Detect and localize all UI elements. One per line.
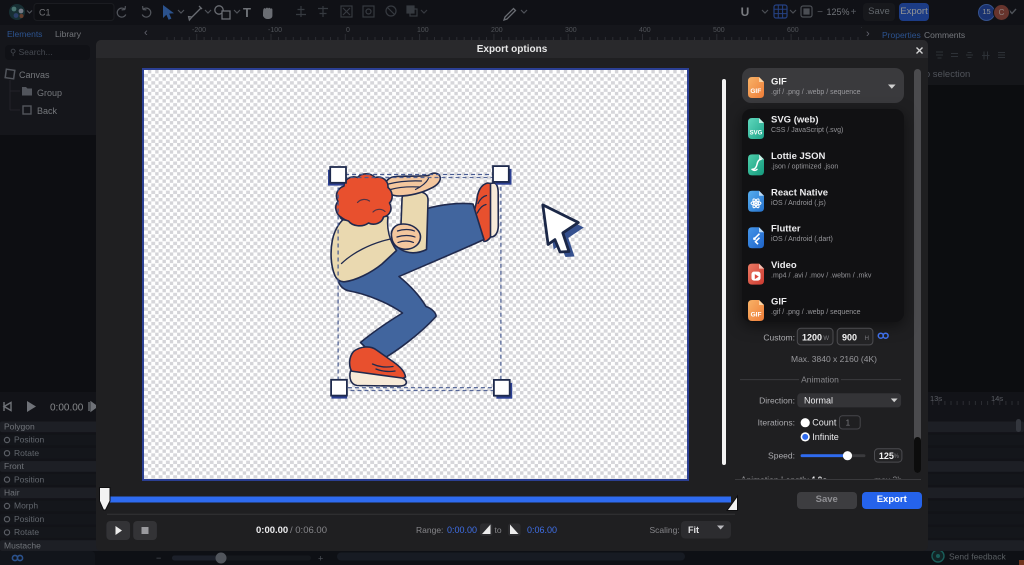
svg-text:Flutter: Flutter [771, 224, 801, 235]
svg-text:.json / optimized .json: .json / optimized .json [771, 163, 838, 170]
svg-text:Direction:: Direction: [759, 396, 795, 406]
svg-text:Animation: Animation [801, 375, 839, 385]
svg-text:GIF: GIF [750, 88, 761, 95]
svg-text:SVG (web): SVG (web) [771, 115, 819, 126]
svg-text:to: to [495, 525, 502, 535]
svg-text:125: 125 [879, 451, 894, 461]
svg-text:Iterations:: Iterations: [758, 418, 795, 428]
svg-text:W: W [823, 336, 829, 342]
svg-text:Scaling:: Scaling: [650, 525, 680, 535]
svg-text:Normal: Normal [804, 396, 833, 406]
svg-text:/ 0:06.00: / 0:06.00 [290, 525, 327, 536]
svg-text:.mp4 / .avi / .mov / .webm / .: .mp4 / .avi / .mov / .webm / .mkv [771, 273, 872, 280]
svg-text:SVG: SVG [749, 131, 762, 137]
svg-text:.gif / .png / .webp / sequence: .gif / .png / .webp / sequence [771, 89, 861, 96]
svg-text:Count: Count [812, 418, 837, 428]
svg-text:CSS / JavaScript (.svg): CSS / JavaScript (.svg) [771, 127, 843, 134]
svg-text:Infinite: Infinite [812, 432, 839, 442]
svg-text:%: % [894, 454, 900, 460]
svg-text:Speed:: Speed: [768, 451, 795, 461]
svg-text:0:00.00: 0:00.00 [447, 525, 477, 535]
svg-text:900: 900 [842, 333, 857, 343]
svg-text:1: 1 [846, 417, 851, 427]
svg-text:max 2h: max 2h [874, 475, 902, 485]
svg-text:Custom:: Custom: [763, 333, 795, 343]
svg-text:Lottie JSON: Lottie JSON [771, 151, 826, 162]
svg-text:0:00.00: 0:00.00 [256, 525, 288, 536]
svg-text:Animation Length:: Animation Length: [741, 475, 810, 485]
svg-text:iOS / Android (.js): iOS / Android (.js) [771, 200, 826, 207]
svg-text:0:06.00: 0:06.00 [527, 525, 557, 535]
svg-text:Max. 3840 x 2160 (4K): Max. 3840 x 2160 (4K) [791, 354, 877, 364]
svg-text:4.0s: 4.0s [811, 475, 828, 485]
svg-text:React Native: React Native [771, 187, 828, 198]
svg-text:Fit: Fit [688, 525, 699, 535]
svg-text:Video: Video [771, 260, 797, 271]
svg-text:iOS / Android (.dart): iOS / Android (.dart) [771, 236, 833, 243]
svg-text:Range:: Range: [416, 525, 443, 535]
svg-text:H: H [865, 336, 869, 342]
svg-text:GIF: GIF [771, 76, 787, 87]
svg-text:1200: 1200 [802, 333, 822, 343]
